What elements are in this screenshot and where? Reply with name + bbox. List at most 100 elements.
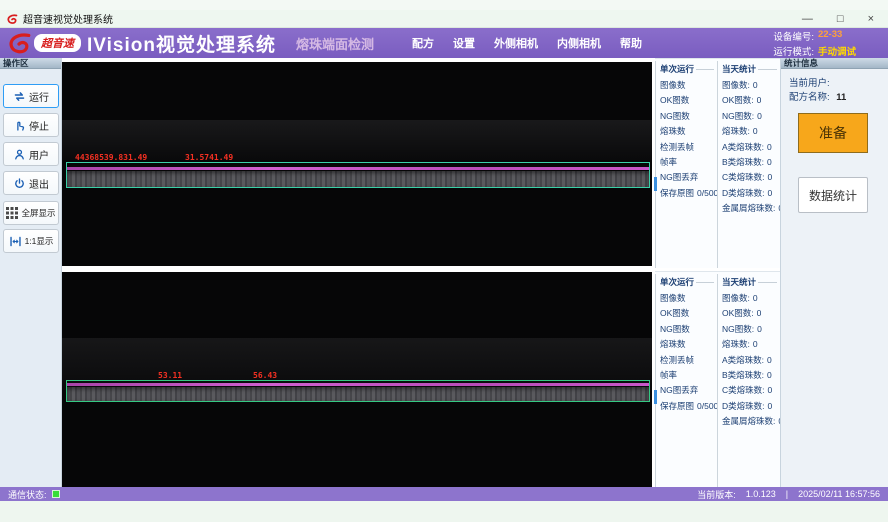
ready-button[interactable]: 准备 [798,113,868,153]
stop-button-label: 停止 [29,118,49,133]
desktop-strip-top [0,0,888,10]
stat-row: NG图数 [660,323,717,338]
stat-row: 金属屑熔珠数:0 [722,202,780,217]
data-statistics-button[interactable]: 数据统计 [798,177,868,213]
status-separator: | [786,489,788,499]
main-menu: 配方 设置 外侧相机 内侧相机 帮助 [412,35,642,51]
run-mode-row: 运行模式: 手动调试 [773,44,856,58]
today-stats-column: 当天统计 图像数:0OK图数:0NG图数:0熔珠数:0A类熔珠数:0B类熔珠数:… [717,274,780,487]
one-to-one-button-label: 1:1显示 [25,235,54,247]
weld-bead-strip [66,380,650,402]
stat-row: NG图丢弃 [660,171,717,186]
single-run-header: 单次运行 [660,276,717,288]
minimize-button[interactable]: — [802,11,813,27]
main-area: 操作区 运行 停止 用户 退出 全屏显示 [0,58,888,487]
stat-row: NG图数:0 [722,110,780,125]
stat-row: 保存原图0/500 [660,400,717,415]
screen: 超音速视觉处理系统 — □ × 超音速 IVision视觉处理系统 熔珠端面检测… [0,0,888,522]
run-button[interactable]: 运行 [3,84,59,108]
stat-row: OK图数:0 [722,307,780,322]
info-panel: 统计信息 当前用户: 配方名称: 11 准备 数据统计 [780,58,888,487]
measurement-annotation: 44368539.831.49 [75,153,147,162]
status-bar-right: 当前版本: 1.0.123 | 2025/02/11 16:57:56 [697,488,880,501]
stat-row: OK图数 [660,307,717,322]
stat-row: 熔珠数 [660,338,717,353]
stat-row: B类熔珠数:0 [722,369,780,384]
sync-arrows-icon [13,90,26,103]
exit-button-label: 退出 [29,176,49,191]
stat-row: D类熔珠数:0 [722,400,780,415]
stat-row: 图像数:0 [722,79,780,94]
power-icon [13,177,26,190]
measurement-annotation: 56.43 [253,371,277,380]
stat-row: 熔珠数:0 [722,125,780,140]
camera-viewport-top: 44368539.831.4931.5741.49 [62,62,652,266]
bead-texture-band [67,387,649,401]
fullscreen-button[interactable]: 全屏显示 [3,201,59,225]
stat-row: 图像数 [660,292,717,307]
window-controls: — □ × [802,11,882,27]
stat-row: C类熔珠数:0 [722,384,780,399]
stat-row: NG图丢弃 [660,384,717,399]
today-stats-column: 当天统计 图像数:0OK图数:0NG图数:0熔珠数:0A类熔珠数:0B类熔珠数:… [717,61,780,268]
stat-row: D类熔珠数:0 [722,187,780,202]
stat-row: OK图数 [660,94,717,109]
stop-button[interactable]: 停止 [3,113,59,137]
app-title: IVision视觉处理系统 [87,30,276,57]
user-icon [13,148,26,161]
device-number-value: 22-33 [818,29,842,43]
today-stats-header: 当天统计 [722,276,780,288]
stat-row: 图像数:0 [722,292,780,307]
status-bar: 通信状态: 当前版本: 1.0.123 | 2025/02/11 16:57:5… [0,487,888,501]
measurement-annotation: 53.11 [158,371,182,380]
stat-row: 图像数 [660,79,717,94]
menu-item[interactable]: 帮助 [620,35,642,51]
fullscreen-button-label: 全屏显示 [21,207,55,219]
brand-swirl-icon [6,30,32,56]
recipe-name-row: 配方名称: 11 [789,89,846,103]
stat-row: 帧率 [660,156,717,171]
run-mode-value: 手动调试 [818,44,856,58]
menu-item[interactable]: 设置 [453,35,475,51]
device-number-label: 设备编号: [773,29,814,43]
stats-panel-top: 单次运行 图像数OK图数NG图数熔珠数检测丢帧帧率NG图丢弃保存原图0/500 … [655,58,780,268]
grid-icon [6,207,18,219]
stat-row: 检测丢帧 [660,354,717,369]
app-subtitle: 熔珠端面检测 [296,34,374,53]
stat-row: 帧率 [660,369,717,384]
stat-row: A类熔珠数:0 [722,141,780,156]
user-button[interactable]: 用户 [3,142,59,166]
brand-badge: 超音速 [34,34,81,52]
stat-row: C类熔珠数:0 [722,171,780,186]
comm-status-label: 通信状态: [8,488,47,501]
recipe-name-value: 11 [836,92,846,103]
comm-status-led [52,490,60,498]
one-to-one-button[interactable]: 1:1显示 [3,229,59,253]
camera-viewport-bottom: 53.11 56.43 [62,272,652,487]
bead-texture-band [67,171,649,187]
close-button[interactable]: × [868,11,874,27]
stat-row: B类熔珠数:0 [722,156,780,171]
laser-line [67,383,649,386]
datetime: 2025/02/11 16:57:56 [798,489,880,499]
recipe-name-label: 配方名称: [789,92,830,103]
app-swirl-icon [6,13,18,25]
stat-row: 检测丢帧 [660,141,717,156]
exit-button[interactable]: 退出 [3,171,59,195]
single-run-header: 单次运行 [660,63,717,75]
user-button-label: 用户 [29,147,49,162]
device-info: 设备编号: 22-33 运行模式: 手动调试 [773,29,882,58]
menu-item[interactable]: 内侧相机 [557,35,601,51]
maximize-button[interactable]: □ [837,11,844,27]
stat-row: 保存原图0/500 [660,187,717,202]
menu-item[interactable]: 配方 [412,35,434,51]
stat-row: 金属屑熔珠数:0 [722,415,780,430]
hand-click-icon [13,119,26,132]
menu-item[interactable]: 外侧相机 [494,35,538,51]
stat-row: A类熔珠数:0 [722,354,780,369]
one-to-one-icon [9,235,22,248]
weld-bead-strip [66,162,650,188]
laser-line [67,167,649,170]
sidebar-title: 操作区 [0,58,61,69]
desktop-strip-bottom [0,501,888,522]
